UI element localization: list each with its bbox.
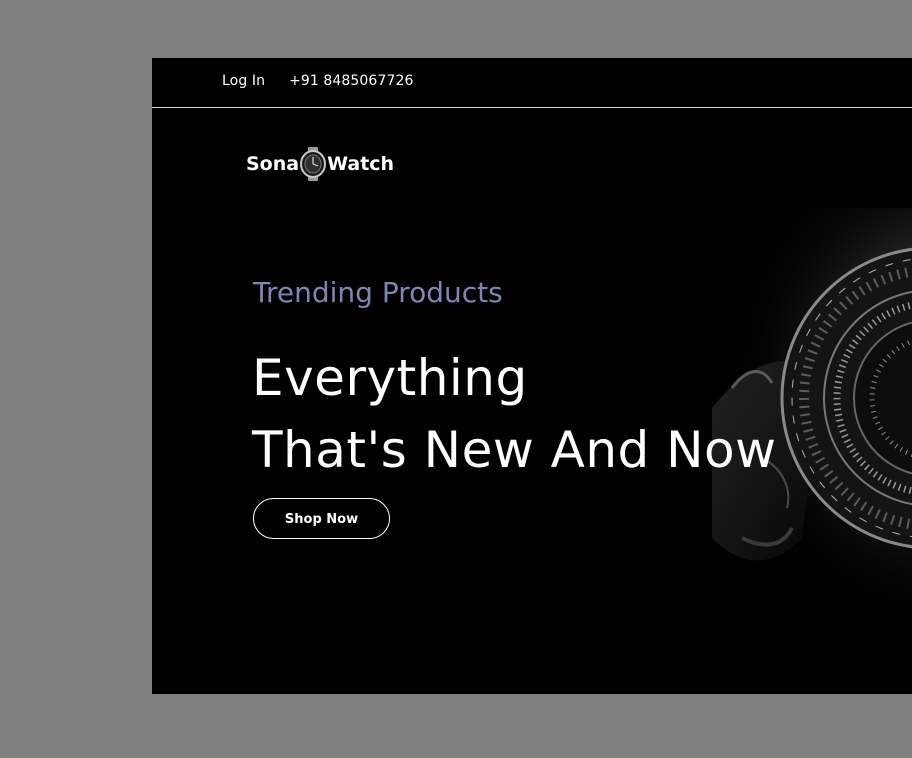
hero-eyebrow: Trending Products [253, 276, 503, 309]
shop-now-button[interactable]: Shop Now [253, 498, 390, 539]
page: Log In +91 8485067726 Sona Watch Trendin… [152, 58, 912, 694]
logo-text-first: Sona [246, 153, 300, 175]
logo-text-second: Watch [327, 153, 395, 175]
watch-icon [300, 147, 327, 181]
headline-line-1: Everything [252, 349, 528, 407]
headline-line-2: That's New And Now [252, 421, 777, 479]
login-link[interactable]: Log In [222, 73, 265, 89]
brand-logo[interactable]: Sona Watch [246, 144, 394, 184]
top-bar: Log In +91 8485067726 [152, 58, 912, 108]
phone-link[interactable]: +91 8485067726 [289, 73, 413, 89]
hero-headline: Everything That's New And Now [252, 342, 777, 486]
